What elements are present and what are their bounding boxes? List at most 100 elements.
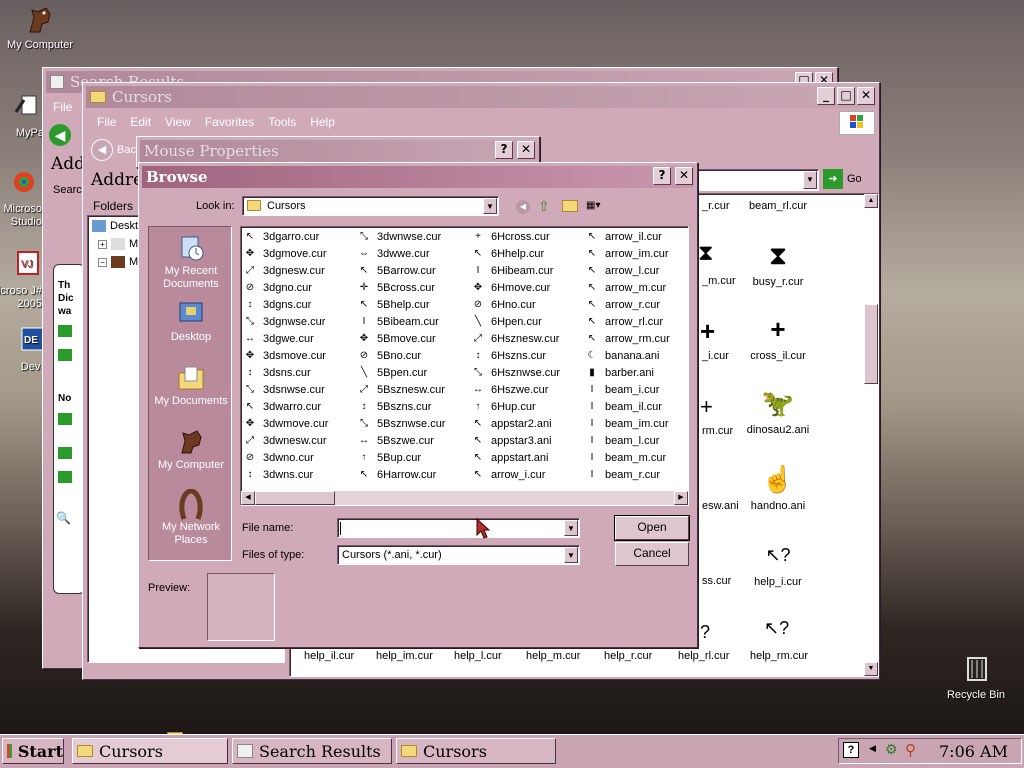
- file-item[interactable]: ↖ arrow_l.cur: [585, 262, 660, 279]
- arrow-icon[interactable]: [58, 447, 72, 459]
- file-item-label[interactable]: help_r.cur: [604, 650, 652, 662]
- file-item[interactable]: ☾ banana.ani: [585, 347, 660, 364]
- file-item[interactable]: ↕ 3dsns.cur: [243, 364, 311, 381]
- up-folder-icon[interactable]: ⇧: [538, 198, 550, 215]
- chevron-down-icon[interactable]: ▼: [564, 547, 578, 563]
- desktop-icon-studio[interactable]: Microso Studio: [0, 168, 42, 229]
- file-item[interactable]: ↔ 3dgwe.cur: [243, 330, 314, 347]
- back-icon[interactable]: ◀: [49, 124, 71, 146]
- desktop-icon-recycle-bin[interactable]: Recycle Bin: [936, 654, 1016, 701]
- partial-file[interactable]: ss.cur: [702, 575, 731, 587]
- close-button[interactable]: ✕: [857, 87, 875, 105]
- view-menu-icon[interactable]: ▦▾: [586, 200, 608, 214]
- tree-item[interactable]: − M: [98, 256, 138, 268]
- file-item[interactable]: ⊘ 5Bno.cur: [357, 347, 421, 364]
- network-tray-icon[interactable]: ⚙: [885, 741, 898, 758]
- file-item[interactable]: ☝ handno.ani: [738, 464, 818, 512]
- menu-view[interactable]: View: [165, 115, 191, 129]
- file-item[interactable]: ✥ 3dsmove.cur: [243, 347, 326, 364]
- file-item[interactable]: Ibeam_i.cur: [585, 381, 660, 398]
- file-item[interactable]: ↖ arrow_il.cur: [585, 228, 662, 245]
- scroll-thumb[interactable]: [255, 491, 335, 505]
- file-item[interactable]: 🦖 dinosau2.ani: [738, 388, 818, 436]
- menu-help[interactable]: Help: [310, 115, 335, 129]
- file-item[interactable]: ↖ 5Barrow.cur: [357, 262, 436, 279]
- file-item[interactable]: beam_rl.cur: [738, 200, 818, 212]
- file-item[interactable]: ⤡ 3dsnwse.cur: [243, 381, 325, 398]
- taskbar-cursors-2[interactable]: Cursors: [396, 738, 556, 764]
- place-network-places[interactable]: My Network Places: [149, 488, 233, 547]
- place-my-computer[interactable]: My Computer: [149, 427, 233, 472]
- file-item[interactable]: ↖ arrow_rl.cur: [585, 313, 663, 330]
- cancel-button[interactable]: Cancel: [615, 542, 689, 566]
- file-item[interactable]: + cross_il.cur: [738, 314, 818, 362]
- help-button[interactable]: ?: [495, 141, 513, 159]
- close-button[interactable]: ✕: [675, 167, 693, 185]
- place-desktop[interactable]: Desktop: [149, 299, 233, 344]
- file-item[interactable]: ↖ appstar3.ani: [471, 432, 552, 449]
- address-field[interactable]: ▼: [695, 169, 819, 191]
- scroll-down-button[interactable]: ▼: [864, 662, 878, 676]
- file-item[interactable]: ↔ 6Hszwe.cur: [471, 381, 548, 398]
- horizontal-scrollbar[interactable]: ◀ ▶: [241, 491, 688, 505]
- help-button[interactable]: ?: [653, 167, 671, 185]
- arrow-icon[interactable]: [58, 413, 72, 425]
- file-item[interactable]: ↖ appstar2.ani: [471, 415, 552, 432]
- taskbar-cursors[interactable]: Cursors: [72, 738, 228, 764]
- taskbar-search-results[interactable]: Search Results: [232, 738, 392, 764]
- file-item[interactable]: ↖ arrow_im.cur: [585, 245, 669, 262]
- expand-icon[interactable]: +: [98, 239, 107, 249]
- scroll-left-button[interactable]: ◀: [241, 491, 255, 505]
- desktop-icon-mypa[interactable]: MyPa: [0, 92, 44, 139]
- file-item-label[interactable]: help_il.cur: [304, 650, 354, 662]
- file-item[interactable]: ⊘ 3dwno.cur: [243, 449, 314, 466]
- close-button[interactable]: ✕: [517, 141, 535, 159]
- place-my-documents[interactable]: My Documents: [149, 363, 233, 408]
- file-item[interactable]: ↖ 5Bhelp.cur: [357, 296, 430, 313]
- look-in-select[interactable]: Cursors ▼: [242, 196, 499, 216]
- file-item[interactable]: ↖ appstart.ani: [471, 449, 549, 466]
- maximize-button[interactable]: □: [837, 87, 855, 105]
- go-button[interactable]: ➜ Go: [823, 169, 862, 189]
- help-tray-icon[interactable]: ?: [843, 742, 859, 758]
- file-item[interactable]: ╲ 6Hpen.cur: [471, 313, 542, 330]
- file-item[interactable]: ⤢ 5Bsznesw.cur: [357, 381, 445, 398]
- file-item[interactable]: ⤡ 3dgnwse.cur: [243, 313, 325, 330]
- file-item[interactable]: ⤢ 3dgnesw.cur: [243, 262, 325, 279]
- file-item[interactable]: ↖ 3dgarro.cur: [243, 228, 319, 245]
- file-item-label[interactable]: help_m.cur: [526, 650, 580, 662]
- partial-file[interactable]: esw.ani: [702, 500, 739, 512]
- open-button[interactable]: Open: [614, 515, 690, 541]
- back-button[interactable]: ◀ Back: [91, 139, 141, 161]
- menu-tools[interactable]: Tools: [268, 115, 296, 129]
- file-item[interactable]: ⤢ 6Hsznesw.cur: [471, 330, 559, 347]
- file-item[interactable]: ▮ barber.ani: [585, 364, 654, 381]
- file-list[interactable]: ↖ 3dgarro.cur ✥ 3dgmove.cur ⤢ 3dgnesw.cur ⊘ 3dg…: [240, 226, 689, 506]
- file-item[interactable]: ↕ 6Hszns.cur: [471, 347, 547, 364]
- file-item[interactable]: ↕ 5Bszns.cur: [357, 398, 432, 415]
- file-item-label[interactable]: help_rl.cur: [678, 650, 729, 662]
- file-item[interactable]: ↖ arrow_m.cur: [585, 279, 666, 296]
- menu-edit[interactable]: Edit: [130, 115, 151, 129]
- file-item[interactable]: ↖? help_i.cur: [738, 540, 818, 588]
- file-item[interactable]: ↖ arrow_rm.cur: [585, 330, 670, 347]
- menu-favorites[interactable]: Favorites: [205, 115, 254, 129]
- file-item[interactable]: ↖ 6Hhelp.cur: [471, 245, 544, 262]
- desktop-icon-my-computer[interactable]: My Computer: [0, 4, 80, 51]
- file-item[interactable]: ⧗ busy_r.cur: [738, 240, 818, 288]
- file-item[interactable]: ↑ 5Bup.cur: [357, 449, 422, 466]
- file-item[interactable]: Ibeam_il.cur: [585, 398, 662, 415]
- chevron-down-icon[interactable]: ▼: [483, 198, 497, 214]
- partial-file[interactable]: _r.cur: [702, 200, 730, 212]
- file-item[interactable]: ⊘ 3dgno.cur: [243, 279, 312, 296]
- collapse-icon[interactable]: −: [98, 257, 107, 267]
- mouse-properties-titlebar[interactable]: Mouse Properties: [140, 140, 536, 162]
- file-item[interactable]: ✥ 6Hmove.cur: [471, 279, 551, 296]
- scroll-up-button[interactable]: ▲: [864, 194, 878, 208]
- minimize-button[interactable]: _: [817, 87, 835, 105]
- file-item[interactable]: ⤡ 6Hsznwse.cur: [471, 364, 560, 381]
- cursors-titlebar[interactable]: Cursors: [86, 86, 876, 108]
- files-of-type-select[interactable]: Cursors (*.ani, *.cur) ▼: [337, 545, 580, 565]
- scroll-right-button[interactable]: ▶: [674, 491, 688, 505]
- partial-file[interactable]: _m.cur: [702, 275, 736, 287]
